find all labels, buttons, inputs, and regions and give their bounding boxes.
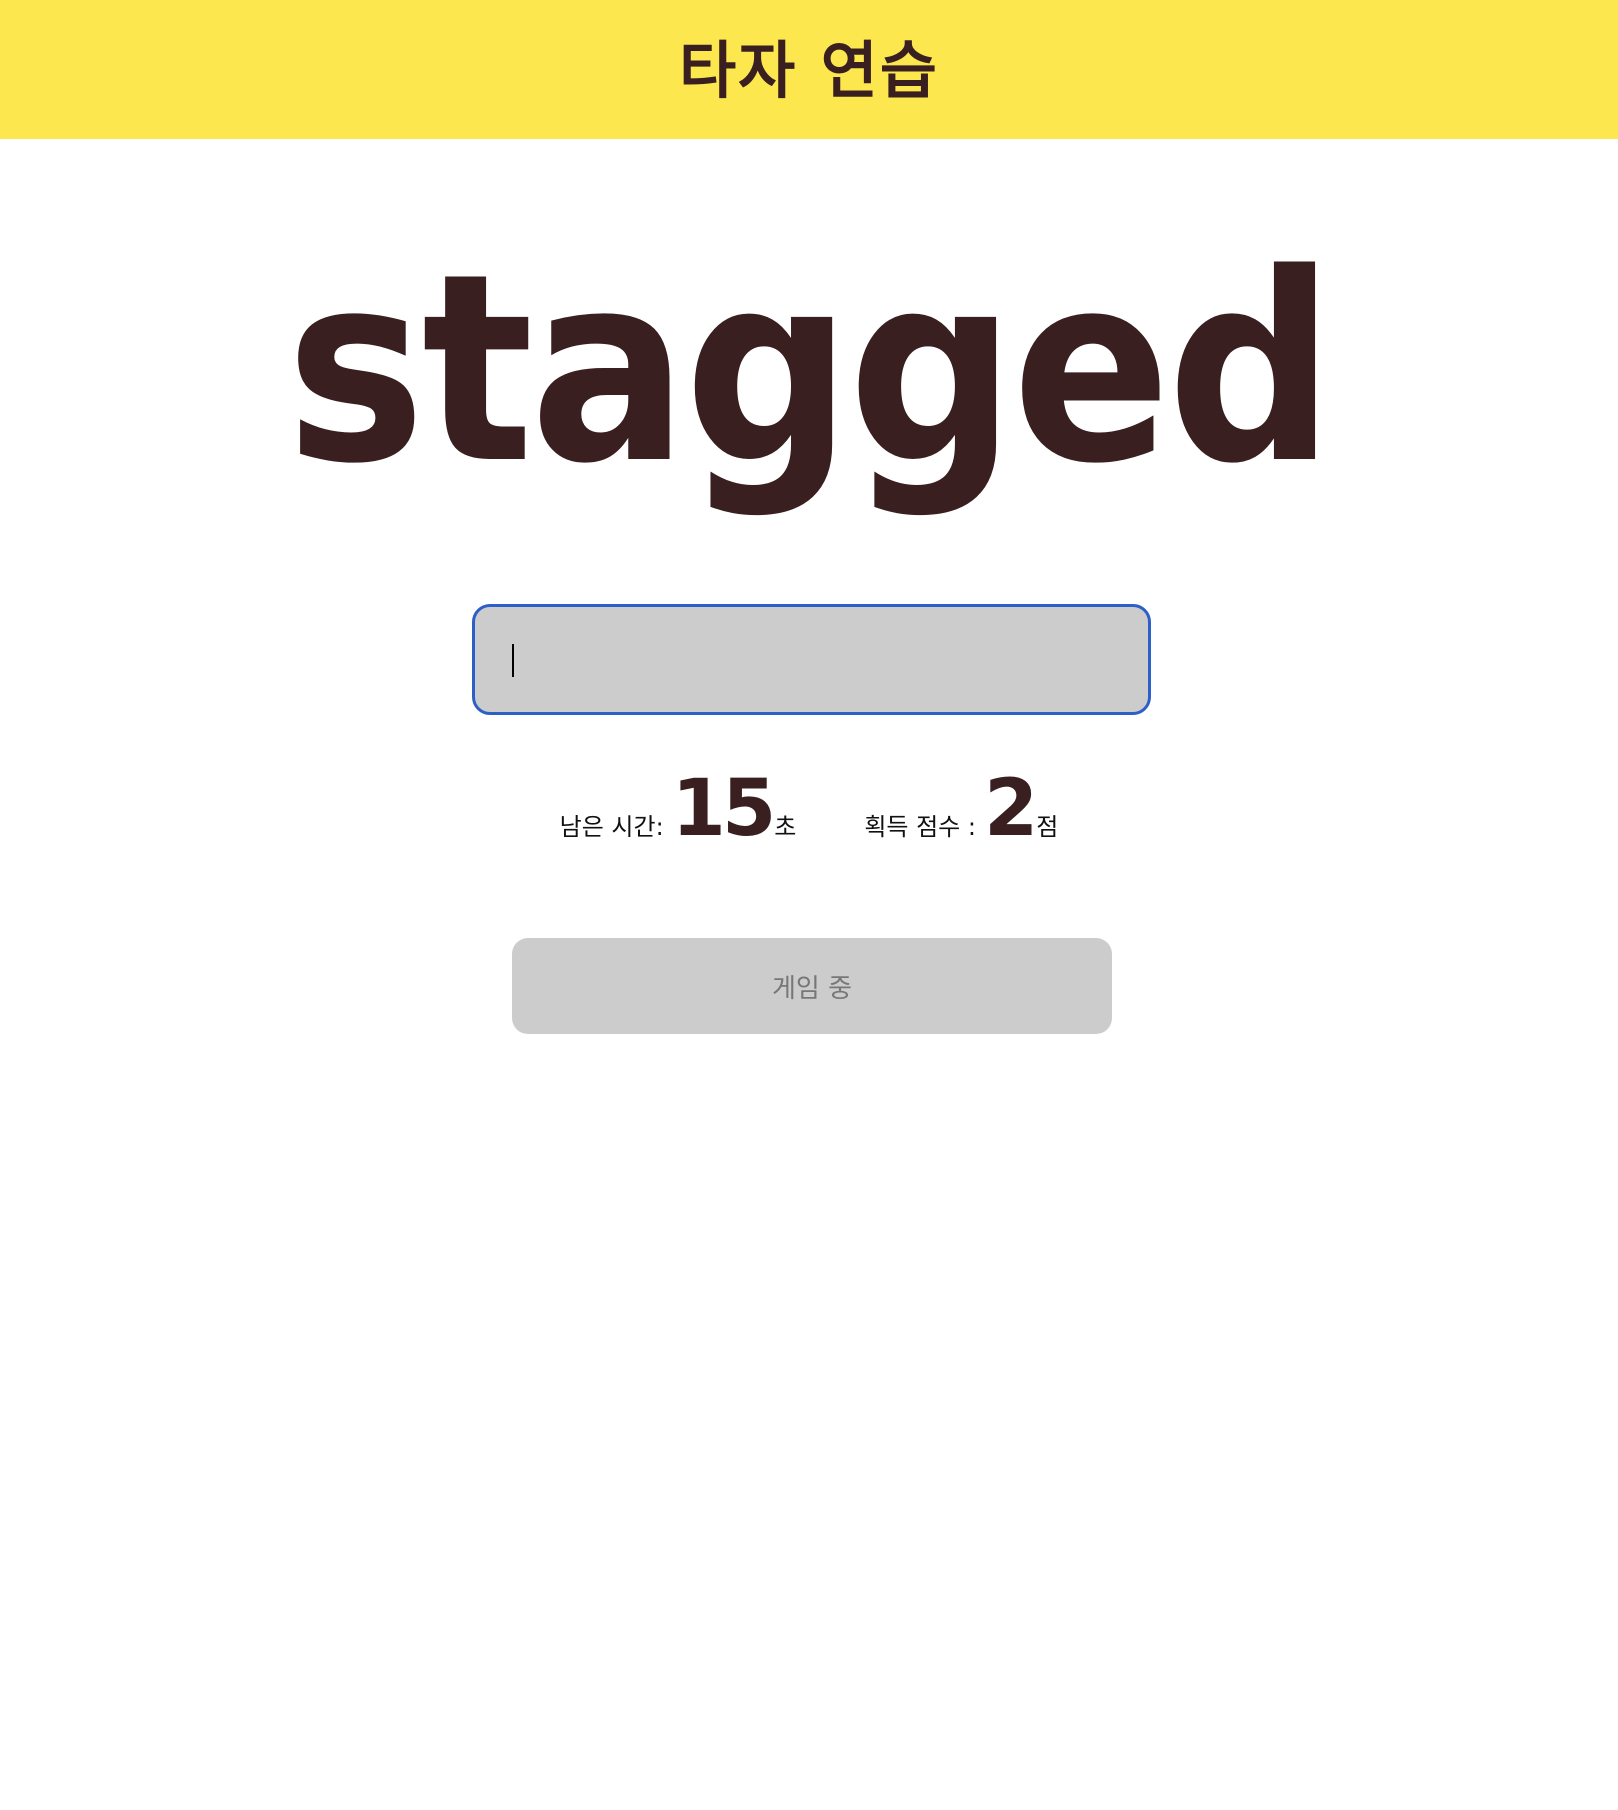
word-input-container (472, 604, 1151, 715)
time-value: 15 (671, 764, 777, 854)
time-label: 남은 시간: (559, 813, 664, 841)
time-unit: 초 (774, 813, 797, 841)
page-title: 타자 연습 (679, 33, 939, 107)
time-remaining: 남은 시간: 15 초 (560, 770, 797, 848)
score-value: 2 (983, 764, 1038, 854)
score-unit: 점 (1036, 813, 1059, 841)
app-header: 타자 연습 (0, 0, 1618, 139)
game-status-button[interactable]: 게임 중 (512, 938, 1112, 1034)
typing-practice-page: 타자 연습 stagged 남은 시간: 15 초 획득 점수 : 2 점 게임… (0, 0, 1618, 1810)
game-stats: 남은 시간: 15 초 획득 점수 : 2 점 (0, 770, 1618, 870)
text-cursor (512, 644, 514, 677)
word-display: stagged (0, 220, 1618, 520)
score: 획득 점수 : 2 점 (864, 770, 1058, 848)
score-label: 획득 점수 : (864, 813, 976, 841)
word-input[interactable] (472, 604, 1151, 715)
current-word: stagged (286, 219, 1335, 521)
